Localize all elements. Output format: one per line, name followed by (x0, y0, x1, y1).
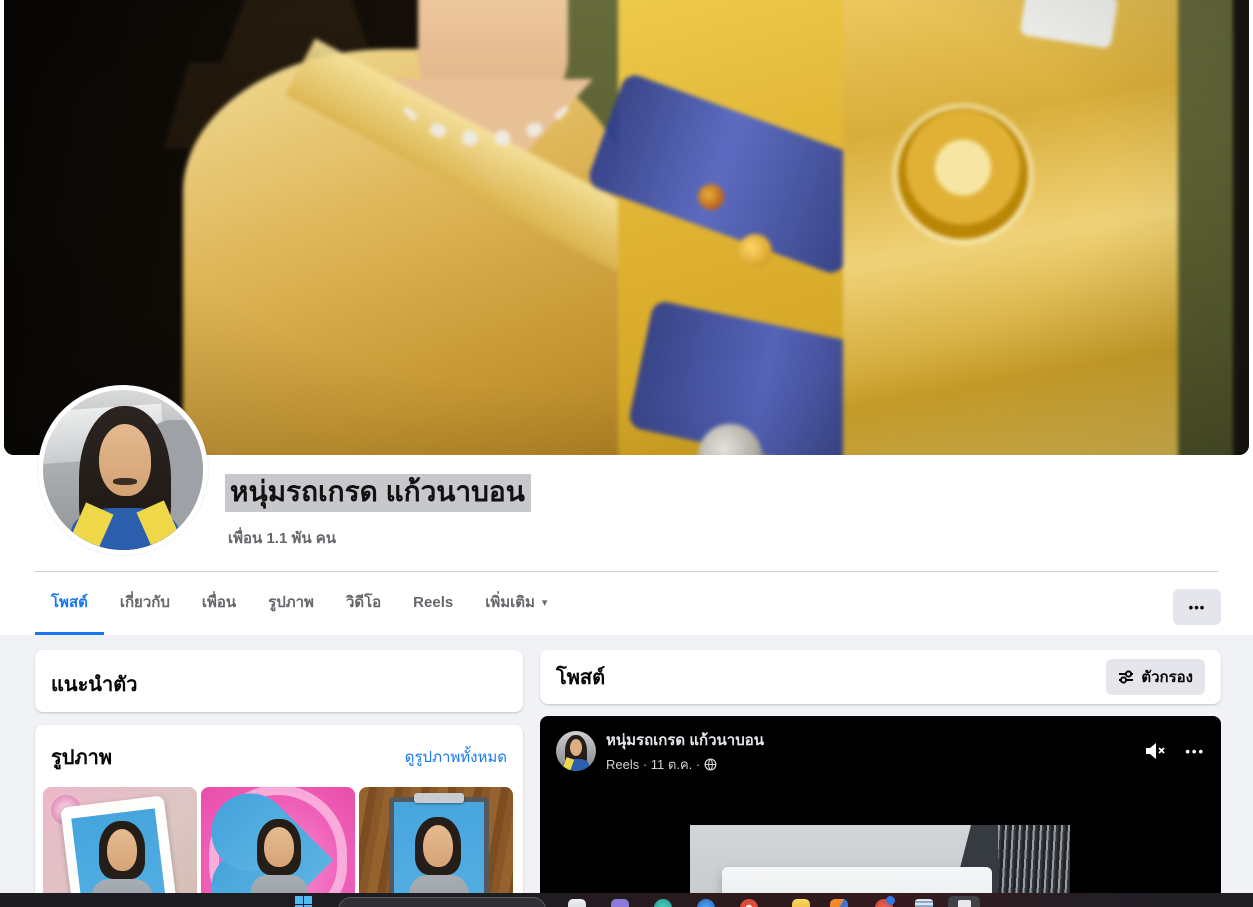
windows-start-button[interactable] (295, 896, 312, 907)
reel-post-card: หนุ่มรถเกรด แก้วนาบอน Reels · 11 ต.ค. · … (540, 716, 1221, 907)
tab-more[interactable]: เพิ่มเติม ▾ (469, 572, 563, 635)
photo-thumbnail-clipboard[interactable] (359, 787, 513, 907)
profile-header: หนุ่มรถเกรด แก้วนาบอน เพื่อน 1.1 พัน คน … (0, 0, 1253, 635)
intro-title: แนะนำตัว (51, 674, 138, 696)
post-author-avatar[interactable] (556, 731, 596, 771)
taskbar-app-icon-1[interactable] (568, 899, 586, 907)
posts-header-card: โพสต์ ตัวกรอง (540, 650, 1221, 704)
notification-badge (886, 896, 895, 905)
photos-title: รูปภาพ (51, 747, 113, 769)
windows-taskbar (0, 893, 1253, 907)
mute-toggle-button[interactable] (1143, 740, 1167, 762)
taskbar-app-icon-5[interactable] (740, 899, 758, 907)
intro-card: แนะนำตัว (35, 650, 523, 712)
photo-grid (43, 787, 515, 907)
taskbar-active-window-button[interactable] (948, 896, 980, 907)
profile-options-button[interactable]: ••• (1173, 589, 1221, 625)
globe-privacy-icon (704, 757, 717, 771)
tab-reels[interactable]: Reels (397, 572, 469, 635)
photo-thumbnail-pink-frame[interactable] (43, 787, 197, 907)
post-author-name[interactable]: หนุ่มรถเกรด แก้วนาบอน (606, 728, 764, 752)
taskbar-app-icon-9[interactable] (915, 899, 933, 907)
taskbar-app-icon-2[interactable] (611, 899, 629, 907)
tab-posts[interactable]: โพสต์ (35, 572, 104, 635)
profile-picture[interactable] (38, 385, 208, 555)
muted-speaker-icon (1146, 743, 1165, 759)
taskbar-search-box[interactable] (338, 897, 546, 907)
filter-sliders-icon (1119, 670, 1134, 684)
post-header: หนุ่มรถเกรด แก้วนาบอน Reels · 11 ต.ค. · … (540, 716, 1221, 786)
profile-name: หนุ่มรถเกรด แก้วนาบอน (225, 474, 531, 513)
tab-about[interactable]: เกี่ยวกับ (104, 572, 186, 635)
post-meta[interactable]: Reels · 11 ต.ค. · (606, 754, 764, 775)
post-menu-button[interactable]: ••• (1185, 744, 1205, 759)
chevron-down-icon: ▾ (541, 596, 548, 609)
see-all-photos-link[interactable]: ดูรูปภาพทั้งหมด (405, 745, 507, 769)
tab-photos[interactable]: รูปภาพ (252, 572, 330, 635)
friends-count-link[interactable]: เพื่อน 1.1 พัน คน (228, 526, 336, 550)
posts-title: โพสต์ (556, 667, 606, 689)
tab-friends[interactable]: เพื่อน (186, 572, 252, 635)
tab-videos[interactable]: วิดีโอ (330, 572, 397, 635)
taskbar-app-icon-4[interactable] (697, 899, 715, 907)
photos-card: รูปภาพ ดูรูปภาพทั้งหมด (35, 725, 523, 907)
taskbar-app-icon-7[interactable] (830, 899, 848, 907)
filters-button[interactable]: ตัวกรอง (1106, 659, 1205, 695)
cover-photo[interactable] (4, 0, 1249, 455)
taskbar-app-icon-6[interactable] (792, 899, 810, 907)
taskbar-app-icon-3[interactable] (654, 899, 672, 907)
photo-thumbnail-heart-frame[interactable] (201, 787, 355, 907)
profile-tabbar: โพสต์ เกี่ยวกับ เพื่อน รูปภาพ วิดีโอ Ree… (35, 571, 1221, 635)
